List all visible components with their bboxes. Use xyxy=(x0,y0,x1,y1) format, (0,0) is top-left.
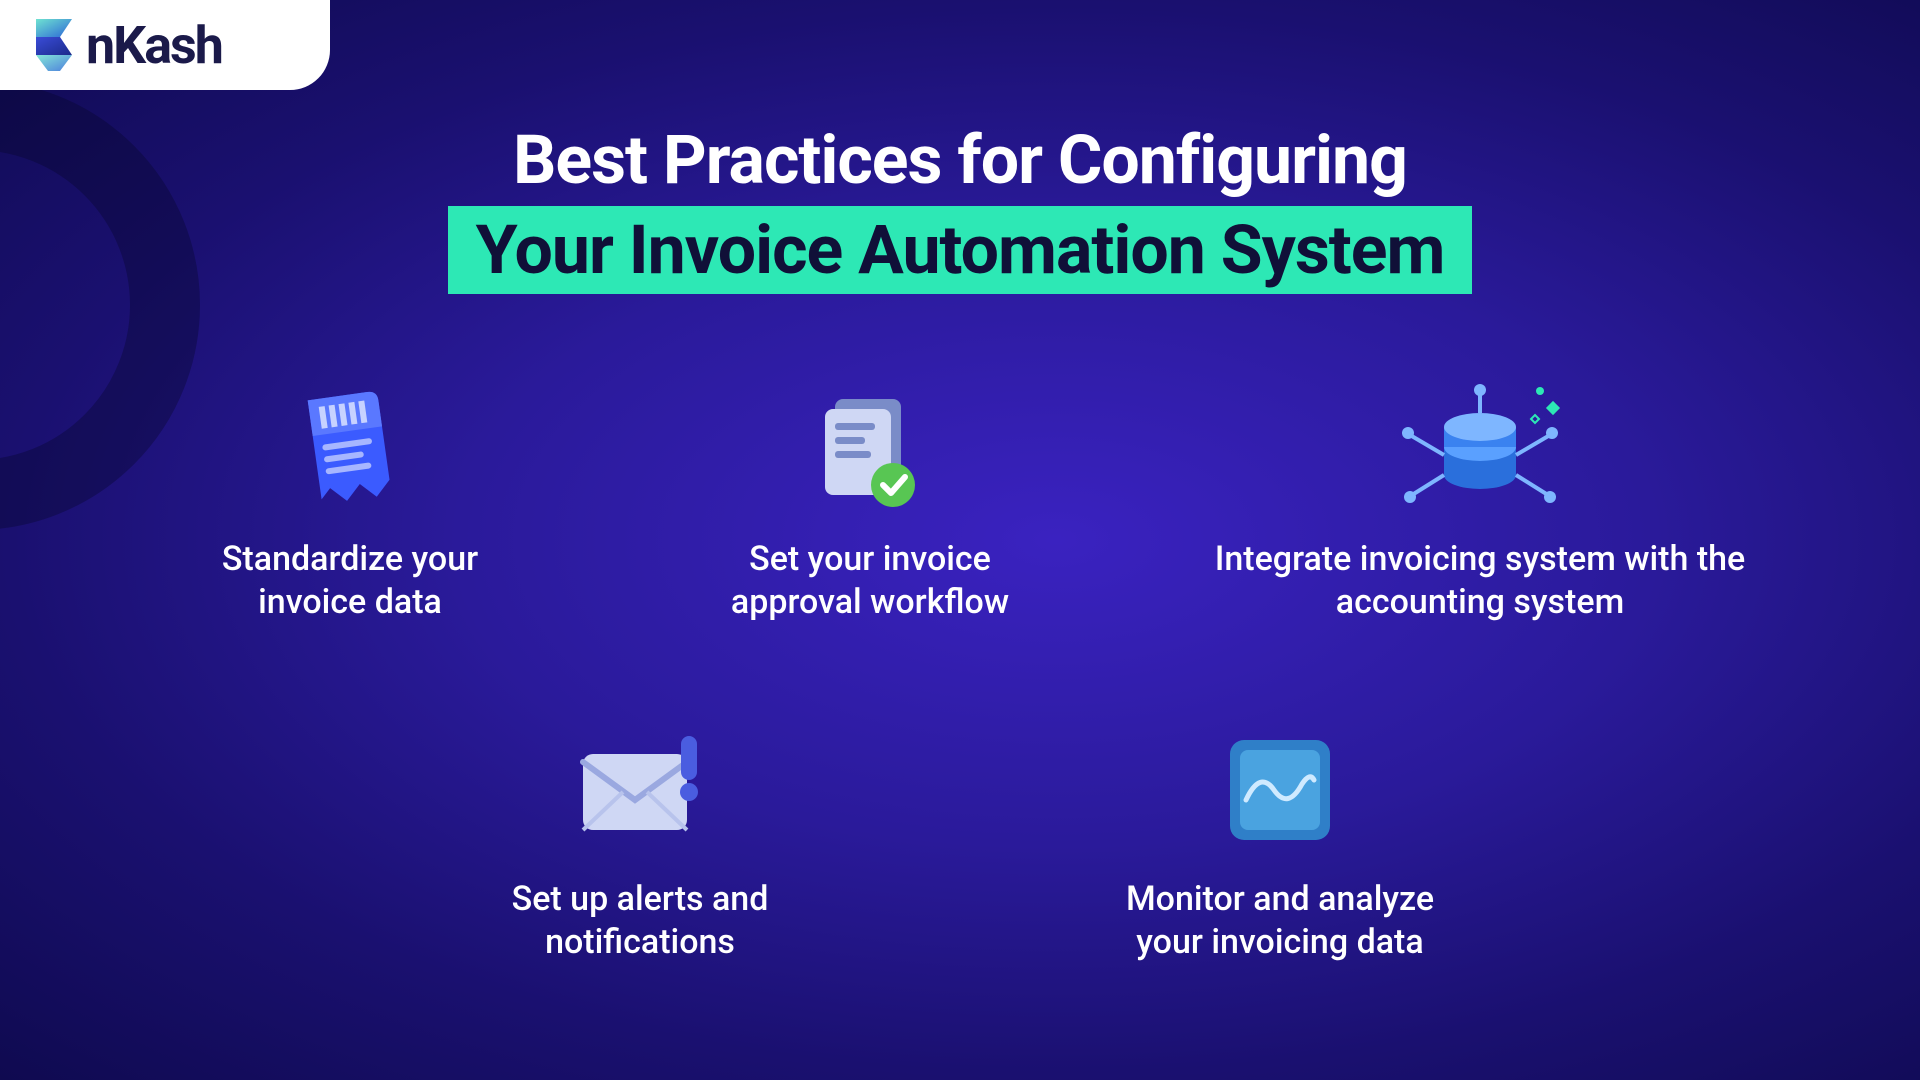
practice-label: Standardize your invoice data xyxy=(170,538,530,623)
approval-icon xyxy=(805,385,935,515)
practice-item-standardize: Standardize your invoice data xyxy=(170,380,530,623)
logo-mark-icon xyxy=(30,15,80,75)
integration-icon xyxy=(1390,375,1570,525)
items-row-2: Set up alerts and notifications Monitor … xyxy=(0,720,1920,963)
practice-item-alerts: Set up alerts and notifications xyxy=(460,720,820,963)
logo-container: nKash xyxy=(0,0,330,90)
headline-line-2: Your Invoice Automation System xyxy=(448,206,1473,294)
practice-label: Monitor and analyze your invoicing data xyxy=(1100,878,1460,963)
invoice-icon xyxy=(295,385,405,515)
practice-label: Set up alerts and notifications xyxy=(460,878,820,963)
practice-label: Set your invoice approval workflow xyxy=(690,538,1050,623)
items-row-1: Standardize your invoice data Set your i… xyxy=(0,380,1920,623)
practice-label: Integrate invoicing system with the acco… xyxy=(1210,538,1750,623)
headline-line-1: Best Practices for Configuring xyxy=(0,120,1920,200)
practice-item-approval: Set your invoice approval workflow xyxy=(690,380,1050,623)
monitor-icon xyxy=(1220,730,1340,850)
alert-icon xyxy=(565,730,715,850)
headline: Best Practices for Configuring Your Invo… xyxy=(0,120,1920,294)
logo-text: nKash xyxy=(86,15,222,76)
practice-item-monitor: Monitor and analyze your invoicing data xyxy=(1100,720,1460,963)
practice-item-integrate: Integrate invoicing system with the acco… xyxy=(1210,380,1750,623)
